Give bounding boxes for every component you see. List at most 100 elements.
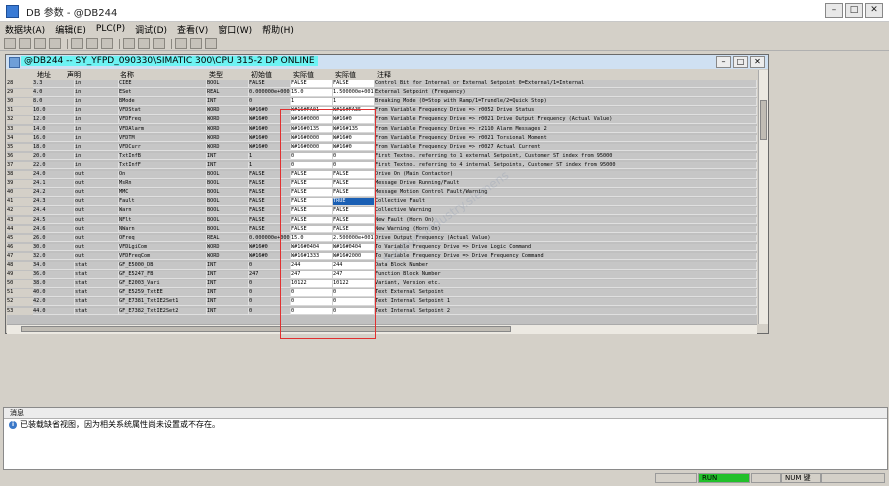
new-icon[interactable] — [4, 38, 16, 49]
table-cell[interactable]: W#16#2000 — [333, 252, 375, 261]
scroll-thumb[interactable] — [21, 326, 511, 332]
table-cell[interactable]: 244 — [333, 262, 375, 270]
table-row[interactable]: 50 38.0 stat GF_E2003_Vari INT 0 10122 10122 Var… — [7, 280, 757, 288]
table-cell[interactable]: 0 — [333, 152, 375, 161]
table-row[interactable]: 49 36.0 stat GF_E5247_FB INT 247 247 247 Functio… — [7, 271, 757, 279]
menu-item[interactable]: 编辑(E) — [50, 23, 91, 36]
table-cell[interactable]: FALSE — [333, 207, 375, 215]
table-cell[interactable]: FALSE — [333, 171, 375, 179]
table-cell[interactable]: 1.500000e+001 — [333, 89, 375, 97]
copy-icon[interactable] — [86, 38, 98, 49]
table-cell[interactable]: 10122 — [291, 280, 333, 288]
menu-item[interactable]: 数据块(A) — [0, 23, 50, 36]
column-header[interactable]: 实际值 — [293, 70, 314, 80]
table-row[interactable]: 37 22.0 in TxtInfF INT 1 0 0 First Textno. refer… — [7, 161, 757, 170]
table-cell[interactable]: 0 — [291, 289, 333, 297]
cut-icon[interactable] — [71, 38, 83, 49]
table-cell[interactable]: 0 — [333, 161, 375, 170]
column-header[interactable]: 注释 — [377, 70, 391, 80]
maximize-button[interactable]: □ — [845, 3, 863, 18]
table-cell[interactable]: FALSE — [291, 198, 333, 206]
table-cell[interactable]: FALSE — [291, 180, 333, 188]
table-cell[interactable]: W#16#FA35 — [333, 107, 375, 115]
table-cell[interactable]: 2.500000e+001 — [333, 234, 375, 243]
table-row[interactable]: 46 30.0 out VFDLgiCom WORD W#16#0 W#16#0404 W#1… — [7, 243, 757, 252]
table-cell[interactable]: W#16#1333 — [291, 252, 333, 261]
table-cell[interactable]: 244 — [291, 262, 333, 270]
table-cell[interactable]: 1 — [333, 98, 375, 106]
menu-item[interactable]: 调试(D) — [130, 23, 172, 36]
table-cell[interactable]: FALSE — [333, 225, 375, 234]
table-cell[interactable]: FALSE — [333, 180, 375, 188]
table-cell[interactable]: FALSE — [291, 189, 333, 197]
table-row[interactable]: 48 34.0 stat GF_E5000_DB INT 0 244 244 Data Bloc… — [7, 262, 757, 270]
table-row[interactable]: 53 44.0 stat GF_E7382_TxtIE2Set2 INT 0 0 0 Text … — [7, 307, 757, 315]
table-row[interactable]: 41 24.3 out Fault BOOL FALSE FALSE TRUE Collecti… — [7, 198, 757, 206]
table-cell[interactable]: W#16#0 — [333, 143, 375, 152]
horizontal-scrollbar[interactable] — [7, 324, 757, 334]
monitor-icon[interactable] — [175, 38, 187, 49]
table-cell[interactable]: W#16#FA01 — [291, 107, 333, 115]
table-row[interactable]: 29 4.0 in ESet REAL 0.000000e+000 15.0 1.500000… — [7, 89, 757, 97]
table-row[interactable]: 47 32.0 out VFDFreqCom WORD W#16#0 W#16#1333 W#… — [7, 252, 757, 261]
table-row[interactable]: 44 24.6 out NWarn BOOL FALSE FALSE FALSE New War… — [7, 225, 757, 234]
table-row[interactable]: 51 40.0 stat GF_E5259_TxtEE INT 0 0 0 Text Exter… — [7, 289, 757, 297]
download-icon[interactable] — [153, 38, 165, 49]
menu-item[interactable]: 窗口(W) — [213, 23, 257, 36]
table-cell[interactable]: FALSE — [333, 189, 375, 197]
table-cell[interactable]: FALSE — [291, 80, 333, 88]
column-header[interactable]: 初始值 — [251, 70, 272, 80]
table-cell[interactable]: FALSE — [291, 207, 333, 215]
table-cell[interactable]: W#16#0 — [333, 116, 375, 124]
table-cell[interactable]: 15.0 — [291, 89, 333, 97]
redo-icon[interactable] — [138, 38, 150, 49]
save-icon[interactable] — [34, 38, 46, 49]
open-icon[interactable] — [19, 38, 31, 49]
table-cell[interactable]: 1 — [291, 98, 333, 106]
table-cell[interactable]: FALSE — [291, 225, 333, 234]
table-cell[interactable]: 0 — [333, 307, 375, 315]
table-cell[interactable]: 0 — [333, 298, 375, 306]
table-row[interactable]: 28 3.3 in CIEE BOOL FALSE FALSE FALSE Control Bi… — [7, 80, 757, 88]
paste-icon[interactable] — [101, 38, 113, 49]
table-cell[interactable]: 15.0 — [291, 234, 333, 243]
table-cell[interactable]: W#16#0000 — [291, 143, 333, 152]
table-row[interactable]: 30 8.0 in BMode INT 0 1 1 Breaking Mode (0=Stop … — [7, 98, 757, 106]
table-row[interactable]: 43 24.5 out NFlt BOOL FALSE FALSE FALSE New Faul… — [7, 216, 757, 224]
print-icon[interactable] — [49, 38, 61, 49]
db-close-button[interactable]: ✕ — [750, 56, 765, 68]
table-cell[interactable]: 0 — [291, 307, 333, 315]
db-maximize-button[interactable]: □ — [733, 56, 748, 68]
scroll-thumb[interactable] — [760, 100, 767, 140]
message-line[interactable]: i 已装载缺省视图，因为相关系统属性尚未设置或不存在。 — [9, 420, 220, 430]
column-header[interactable]: 声明 — [67, 70, 81, 80]
menu-item[interactable]: 帮助(H) — [257, 23, 299, 36]
minimize-button[interactable]: – — [825, 3, 843, 18]
column-header[interactable]: 类型 — [209, 70, 223, 80]
table-cell[interactable]: W#16#0135 — [291, 125, 333, 133]
table-cell[interactable]: 247 — [291, 271, 333, 279]
table-cell[interactable]: W#16#0404 — [291, 243, 333, 252]
table-cell[interactable]: 0 — [333, 289, 375, 297]
table-cell[interactable]: 247 — [333, 271, 375, 279]
menu-item[interactable]: PLC(P) — [91, 24, 130, 34]
table-cell[interactable]: 0 — [291, 152, 333, 161]
table-row[interactable]: 34 16.0 in VFDTM WORD W#16#0 W#16#0000 W#16#0 Fr… — [7, 134, 757, 143]
table-cell[interactable]: TRUE — [333, 198, 375, 206]
table-row[interactable]: 39 24.1 out MsRn BOOL FALSE FALSE FALSE Message … — [7, 180, 757, 188]
table-row[interactable]: 45 26.0 out OFreq REAL 0.000000e+000 15.0 2.500… — [7, 234, 757, 243]
table-cell[interactable]: W#16#0 — [333, 134, 375, 143]
db-minimize-button[interactable]: – — [716, 56, 731, 68]
help-icon[interactable] — [205, 38, 217, 49]
menu-item[interactable]: 查看(V) — [172, 23, 213, 36]
table-cell[interactable]: 0 — [291, 161, 333, 170]
table-cell[interactable]: 10122 — [333, 280, 375, 288]
table-row[interactable]: 31 10.0 in VFDStat WORD W#16#0 W#16#FA01 W#16#F… — [7, 107, 757, 115]
table-cell[interactable]: FALSE — [333, 216, 375, 224]
table-cell[interactable]: W#16#0404 — [333, 243, 375, 252]
table-cell[interactable]: 0 — [291, 298, 333, 306]
table-cell[interactable]: W#16#0000 — [291, 134, 333, 143]
table-row[interactable]: 38 24.0 out On BOOL FALSE FALSE FALSE Drive On (… — [7, 171, 757, 179]
table-row[interactable]: 42 24.4 out Warn BOOL FALSE FALSE FALSE Collecti… — [7, 207, 757, 215]
column-header[interactable]: 实际值 — [335, 70, 356, 80]
